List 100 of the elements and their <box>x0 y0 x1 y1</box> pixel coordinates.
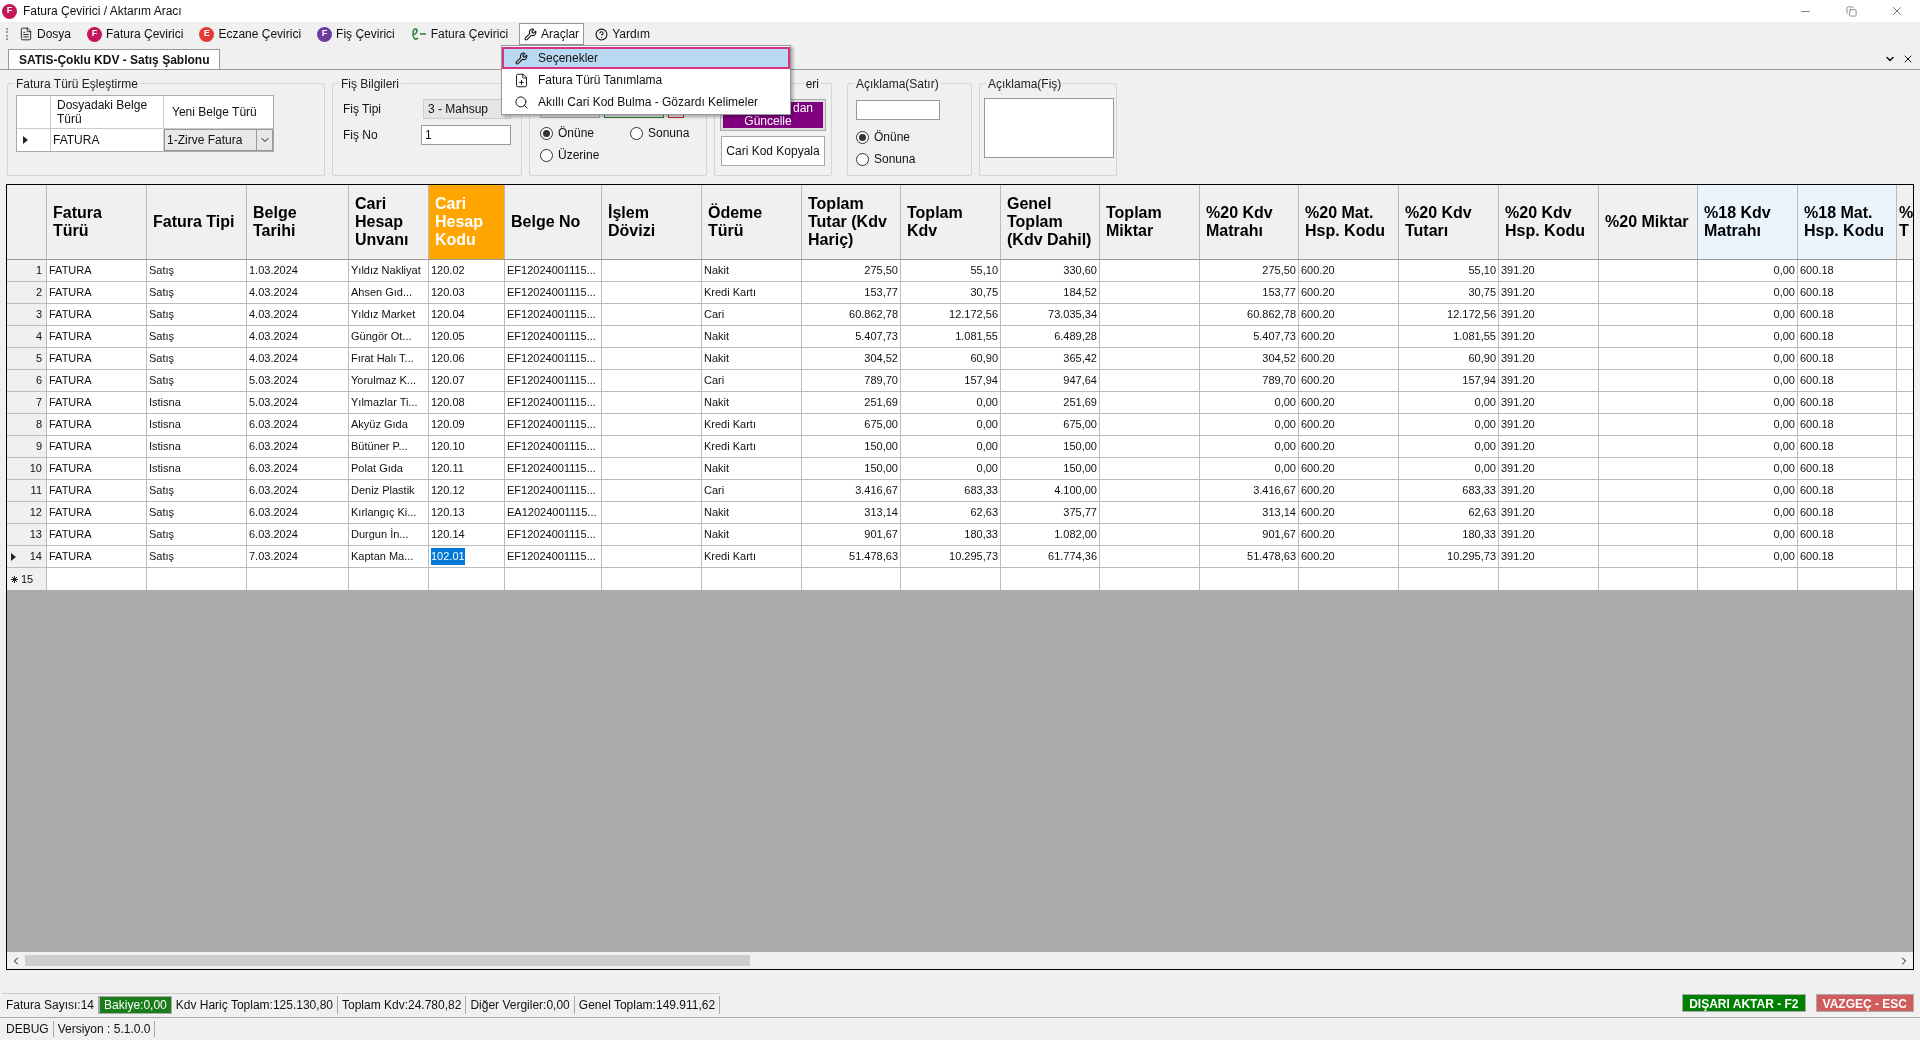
table-cell-text: 0,00 <box>1773 549 1795 565</box>
menu-item[interactable]: F Fatura Çevirici <box>82 23 189 45</box>
menu-option[interactable]: Fatura Türü Tanımlama <box>502 69 790 91</box>
table-cell-text: 600.20 <box>1301 461 1335 477</box>
table-cell-text: 157,94 <box>964 373 998 389</box>
table-cell-text: 1.03.2024 <box>249 263 298 279</box>
table-cell-text: 5.03.2024 <box>249 373 298 389</box>
table-cell-text: Satış <box>149 351 175 367</box>
cancel-button[interactable]: VAZGEÇ - ESC <box>1815 994 1914 1012</box>
slip-type-dropdown[interactable]: 3 - Mahsup <box>422 99 511 119</box>
row-header[interactable]: 3 <box>7 304 47 325</box>
table-cell-text: 391.20 <box>1501 329 1535 345</box>
badge-icon: F <box>87 26 102 42</box>
menu-item[interactable]: Fatura Çevirici <box>405 23 514 45</box>
table-cell-text: 600.20 <box>1301 505 1335 521</box>
tab[interactable]: SATIS-Çoklu KDV - Satış Şablonu <box>8 49 221 69</box>
radio-option[interactable]: Üzerine <box>540 146 630 164</box>
radio-option[interactable]: Önüne <box>856 128 963 146</box>
scrollbar-thumb[interactable] <box>25 955 750 966</box>
table-cell-text: FATURA <box>49 461 92 477</box>
table-cell-text: 120.10 <box>431 439 465 455</box>
row-header[interactable]: 11 <box>7 480 47 501</box>
table-cell-text: FATURA <box>49 417 92 433</box>
row-header[interactable]: 10 <box>7 458 47 479</box>
table-cell-text: 391.20 <box>1501 461 1535 477</box>
menu-item[interactable]: Yardım <box>590 23 655 45</box>
horizontal-scrollbar[interactable] <box>7 952 1913 969</box>
table-cell-text: 391.20 <box>1501 417 1535 433</box>
row-header[interactable]: 13 <box>7 524 47 545</box>
table-cell-text: 0,00 <box>976 417 998 433</box>
wrench-icon <box>514 51 528 65</box>
menu-item[interactable]: Dosya <box>14 23 76 45</box>
line-note-field[interactable] <box>856 100 940 120</box>
column-header: Dosyadaki Belge Türü <box>51 96 164 128</box>
radio-button[interactable] <box>540 126 553 140</box>
table-cell-text: EF12024001115... <box>507 439 596 455</box>
menu-item[interactable]: Araçlar <box>519 23 585 45</box>
row-header[interactable]: 15 <box>7 568 47 590</box>
copy-code-button[interactable]: Cari Kod Kopyala <box>721 136 825 166</box>
row-header[interactable]: 9 <box>7 436 47 457</box>
radio-button[interactable] <box>856 152 869 166</box>
table-cell-text: 0,00 <box>1474 395 1496 411</box>
row-header[interactable]: 7 <box>7 392 47 413</box>
table-cell-text: 157,94 <box>1462 373 1496 389</box>
radio-option[interactable]: Önüne <box>540 124 630 142</box>
table-cell-text: 0,00 <box>1773 285 1795 301</box>
table-cell-text: 120.13 <box>431 505 465 521</box>
row-header[interactable]: 1 <box>7 260 47 281</box>
status-field: Bakiye:0,00 <box>99 995 172 1014</box>
row-header[interactable]: 4 <box>7 326 47 347</box>
menu-item[interactable]: E Eczane Çevirici <box>194 23 307 45</box>
slip-no-field[interactable]: 1 <box>421 125 511 145</box>
table-cell: 102.01 <box>431 548 465 565</box>
table-cell-text: 304,52 <box>1262 351 1296 367</box>
row-header[interactable]: 2 <box>7 282 47 303</box>
row-header[interactable]: 14 <box>7 546 47 567</box>
close-tab-icon[interactable] <box>1902 53 1914 65</box>
table-cell-text: FATURA <box>49 329 92 345</box>
column-header[interactable]: %18 Mat. Hsp. Kodu <box>1798 185 1897 259</box>
table-cell-text: FATURA <box>49 373 92 389</box>
table-cell-text: 5.407,73 <box>1253 329 1296 345</box>
status-field: Diğer Vergiler:0,00 <box>466 995 575 1014</box>
table-cell-text: Kırlangıç Ki... <box>351 505 417 521</box>
radio-button[interactable] <box>630 126 643 140</box>
row-header[interactable]: 12 <box>7 502 47 523</box>
table-cell-text: 120.09 <box>431 417 465 433</box>
menu-item[interactable]: F Fiş Çevirici <box>312 23 400 45</box>
radio-option[interactable]: Sonuna <box>856 150 963 168</box>
row-header[interactable]: 8 <box>7 414 47 435</box>
row-header[interactable]: 6 <box>7 370 47 391</box>
table-cell-text: 120.07 <box>431 373 465 389</box>
help-icon <box>595 27 609 41</box>
column-header[interactable]: %18 Kdv Matrahı <box>1698 185 1798 259</box>
row-header[interactable]: 5 <box>7 348 47 369</box>
menu-option[interactable]: Seçenekler <box>502 47 790 69</box>
table-cell-text: 55,10 <box>1468 263 1496 279</box>
radio-button[interactable] <box>540 148 553 162</box>
slip-note-field[interactable] <box>984 98 1114 158</box>
table-cell-text: 789,70 <box>1262 373 1296 389</box>
radio-option[interactable]: Sonuna <box>630 124 696 142</box>
table-cell-text: FATURA <box>49 263 92 279</box>
table-cell-text: 6.03.2024 <box>249 505 298 521</box>
restore-icon[interactable] <box>1845 5 1857 17</box>
table-cell-text: 0,00 <box>1474 461 1496 477</box>
table-cell-text: 0,00 <box>1773 483 1795 499</box>
current-row-icon <box>11 552 16 561</box>
table-cell-text: 0,00 <box>1773 527 1795 543</box>
table-cell-text: 0,00 <box>1773 417 1795 433</box>
export-button[interactable]: DIŞARI AKTAR - F2 <box>1682 994 1806 1012</box>
type-dropdown[interactable]: 1-Zirve Fatura <box>164 129 273 151</box>
table-cell-text: 600.18 <box>1800 505 1834 521</box>
table-cell-text: EF12024001115... <box>507 395 596 411</box>
close-icon[interactable] <box>1890 4 1904 18</box>
radio-button[interactable] <box>856 130 869 144</box>
table-cell-text: Yıldız Market <box>351 307 416 323</box>
table-cell-text: EF12024001115... <box>507 307 596 323</box>
table-cell-text: Nakit <box>704 505 730 521</box>
table-cell-text: 683,33 <box>964 483 998 499</box>
table-cell-text: Istisna <box>149 395 181 411</box>
table-cell-text: 150,00 <box>864 439 898 455</box>
